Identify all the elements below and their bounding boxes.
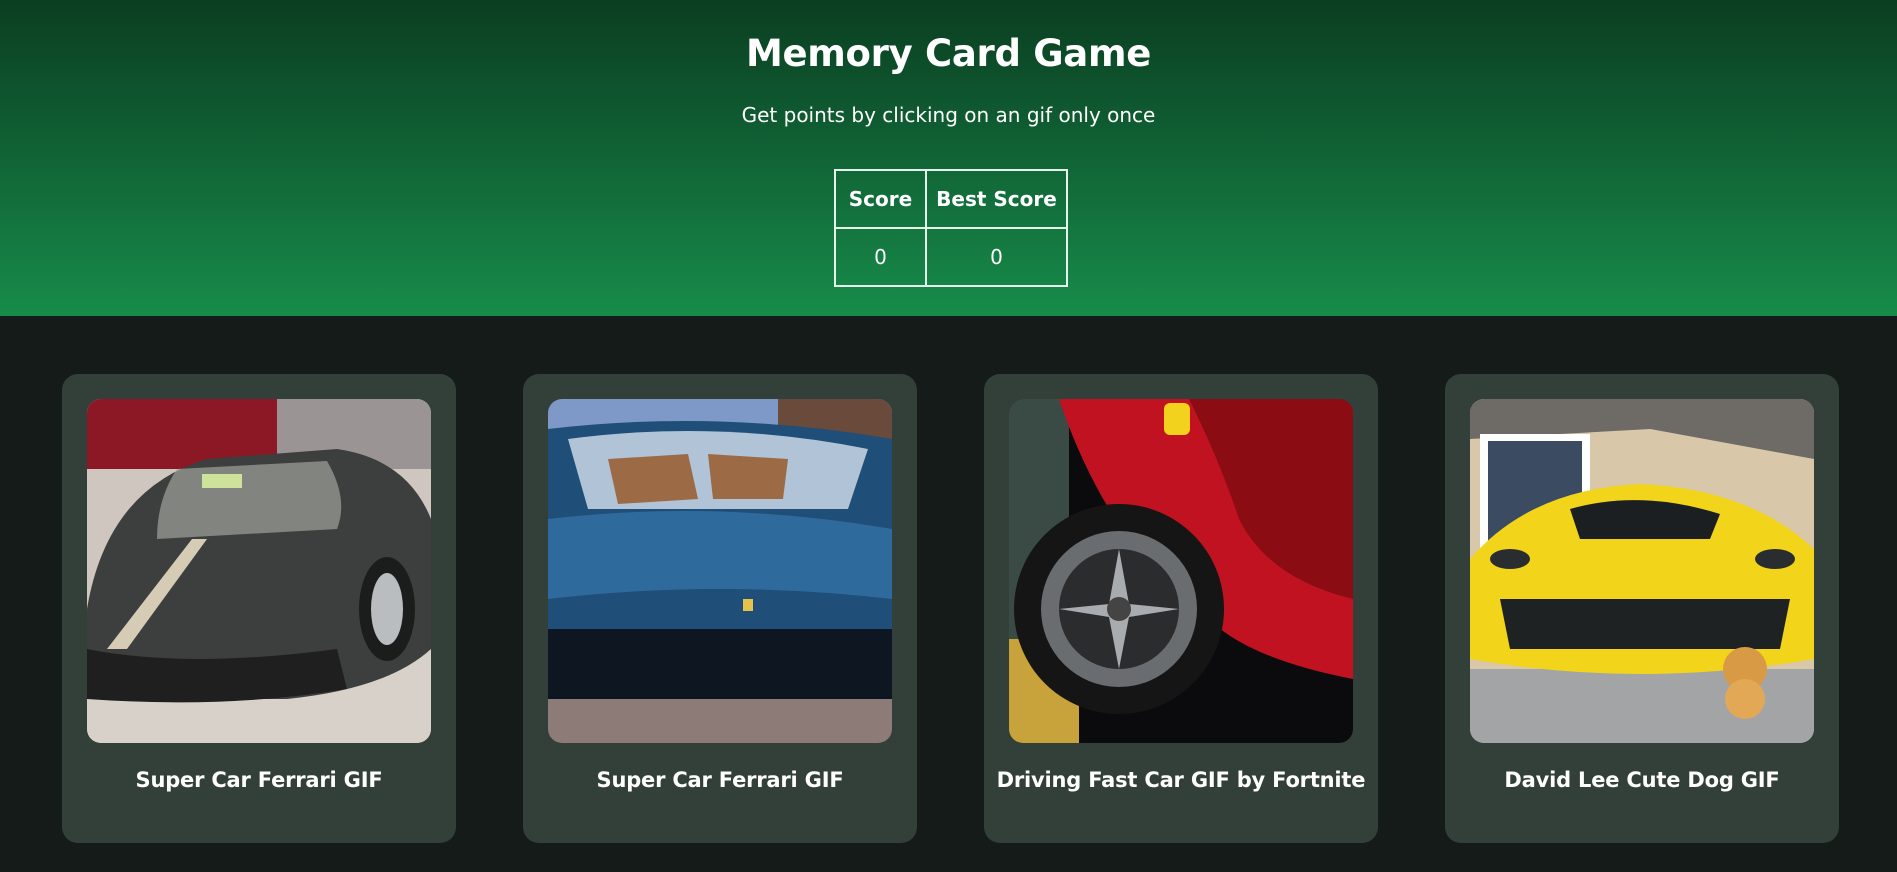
header: Memory Card Game Get points by clicking … [0,0,1897,316]
card-label: David Lee Cute Dog GIF [1504,768,1780,792]
best-score-value: 0 [925,227,1068,287]
page-subtitle: Get points by clicking on an gif only on… [741,103,1156,127]
page-title: Memory Card Game [745,32,1152,75]
grey-ferrari-image [87,399,431,743]
blue-ferrari-image [548,399,892,743]
card-board: Super Car Ferrari GIF Super Car Ferrari … [0,316,1897,872]
memory-card[interactable]: Super Car Ferrari GIF [523,374,917,843]
memory-card[interactable]: Driving Fast Car GIF by Fortnite [984,374,1378,843]
card-label: Super Car Ferrari GIF [135,768,383,792]
memory-card[interactable]: David Lee Cute Dog GIF [1445,374,1839,843]
scoreboard: Score Best Score 0 0 [834,169,1068,287]
card-label: Super Car Ferrari GIF [596,768,844,792]
card-gif-image[interactable] [1470,399,1814,743]
card-gif-image[interactable] [1009,399,1353,743]
red-car-wheel-image [1009,399,1353,743]
best-score-header: Best Score [925,169,1068,229]
score-header: Score [834,169,927,229]
yellow-ferrari-dog-image [1470,399,1814,743]
card-gif-image[interactable] [87,399,431,743]
memory-card[interactable]: Super Car Ferrari GIF [62,374,456,843]
card-label: Driving Fast Car GIF by Fortnite [996,768,1366,792]
score-value: 0 [834,227,927,287]
card-gif-image[interactable] [548,399,892,743]
